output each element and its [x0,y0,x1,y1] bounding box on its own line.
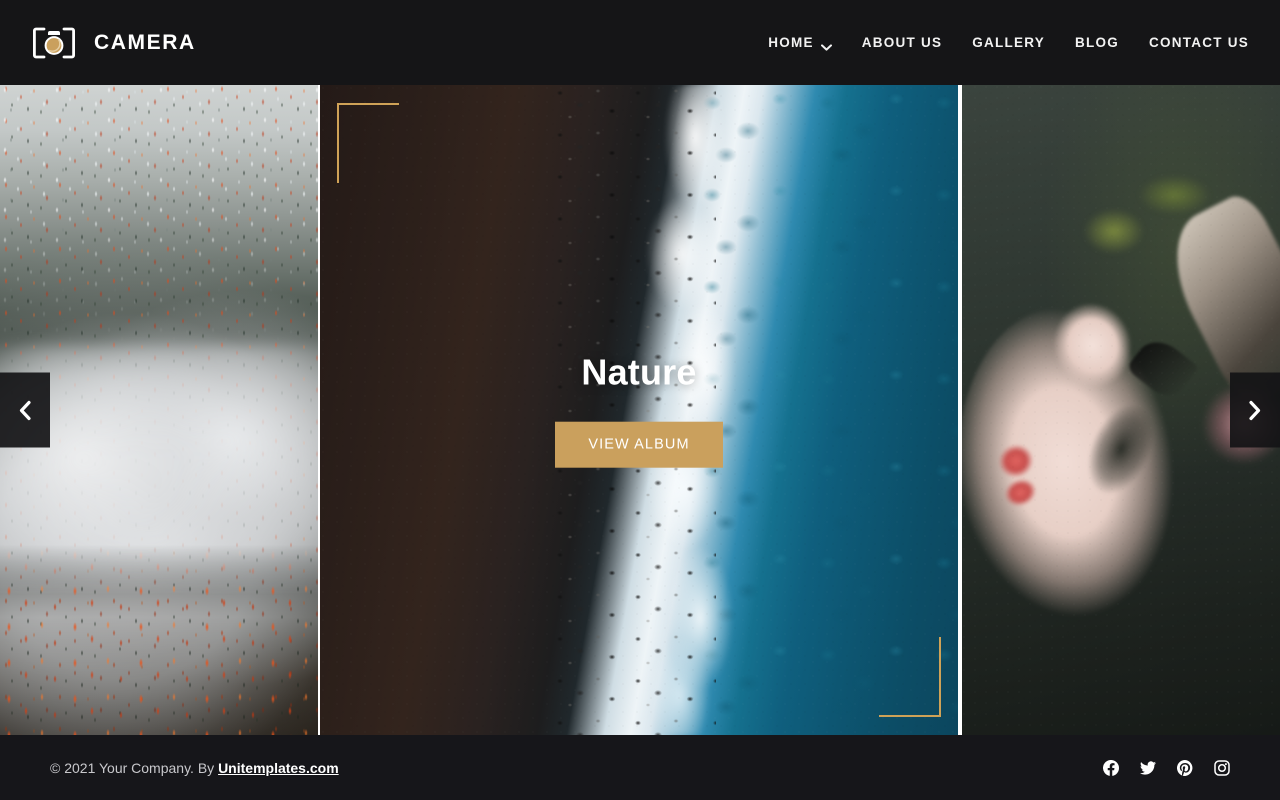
slider-prev-button[interactable] [0,372,50,448]
social-links [1103,759,1230,776]
chevron-right-icon [1246,398,1264,422]
site-footer: © 2021 Your Company. By Unitemplates.com [0,735,1280,800]
corner-frame-top-left [337,103,399,183]
chevron-down-icon [820,39,832,51]
copyright-prefix: © 2021 Your Company. By [50,759,219,776]
snow-texture [0,85,318,345]
view-album-button[interactable]: VIEW ALBUM [555,421,723,468]
autumn-canopy-texture [0,545,318,735]
nav-item-about-us[interactable]: ABOUT US [847,27,958,58]
nav-item-blog[interactable]: BLOG [1060,27,1134,58]
nav-item-home[interactable]: HOME [753,27,847,58]
slider-next-button[interactable] [1230,372,1280,448]
pinterest-icon[interactable] [1177,759,1193,776]
corner-frame-bottom-right [879,637,941,717]
hero-slider: Nature VIEW ALBUM [0,85,1280,735]
nav-item-contact-us-label: CONTACT US [1149,35,1249,50]
brand-logo-link[interactable]: CAMERA [31,23,196,63]
twitter-icon[interactable] [1140,760,1156,776]
copyright-text: © 2021 Your Company. By Unitemplates.com [50,760,339,776]
brand-name: CAMERA [94,30,196,54]
nav-item-about-us-label: ABOUT US [861,35,943,50]
facebook-icon[interactable] [1103,759,1119,776]
nav-item-gallery-label: GALLERY [972,35,1045,50]
chevron-left-icon [16,398,34,422]
slide-caption: Nature VIEW ALBUM [320,353,958,468]
main-navigation: HOME ABOUT US GALLERY BLOG CONTACT US [753,27,1249,58]
page-title: Nature [581,351,697,393]
unitemplates-link[interactable]: Unitemplates.com [218,760,339,776]
nav-item-blog-label: BLOG [1075,35,1119,50]
instagram-icon[interactable] [1214,759,1230,776]
site-header: CAMERA HOME ABOUT US GALLERY BLOG CONTAC… [0,0,1280,85]
nav-item-contact-us[interactable]: CONTACT US [1134,27,1249,58]
slide-center-active[interactable]: Nature VIEW ALBUM [320,85,958,735]
camera-logo-icon [31,23,83,63]
nav-item-home-label: HOME [768,35,814,50]
nav-item-gallery[interactable]: GALLERY [957,27,1060,58]
